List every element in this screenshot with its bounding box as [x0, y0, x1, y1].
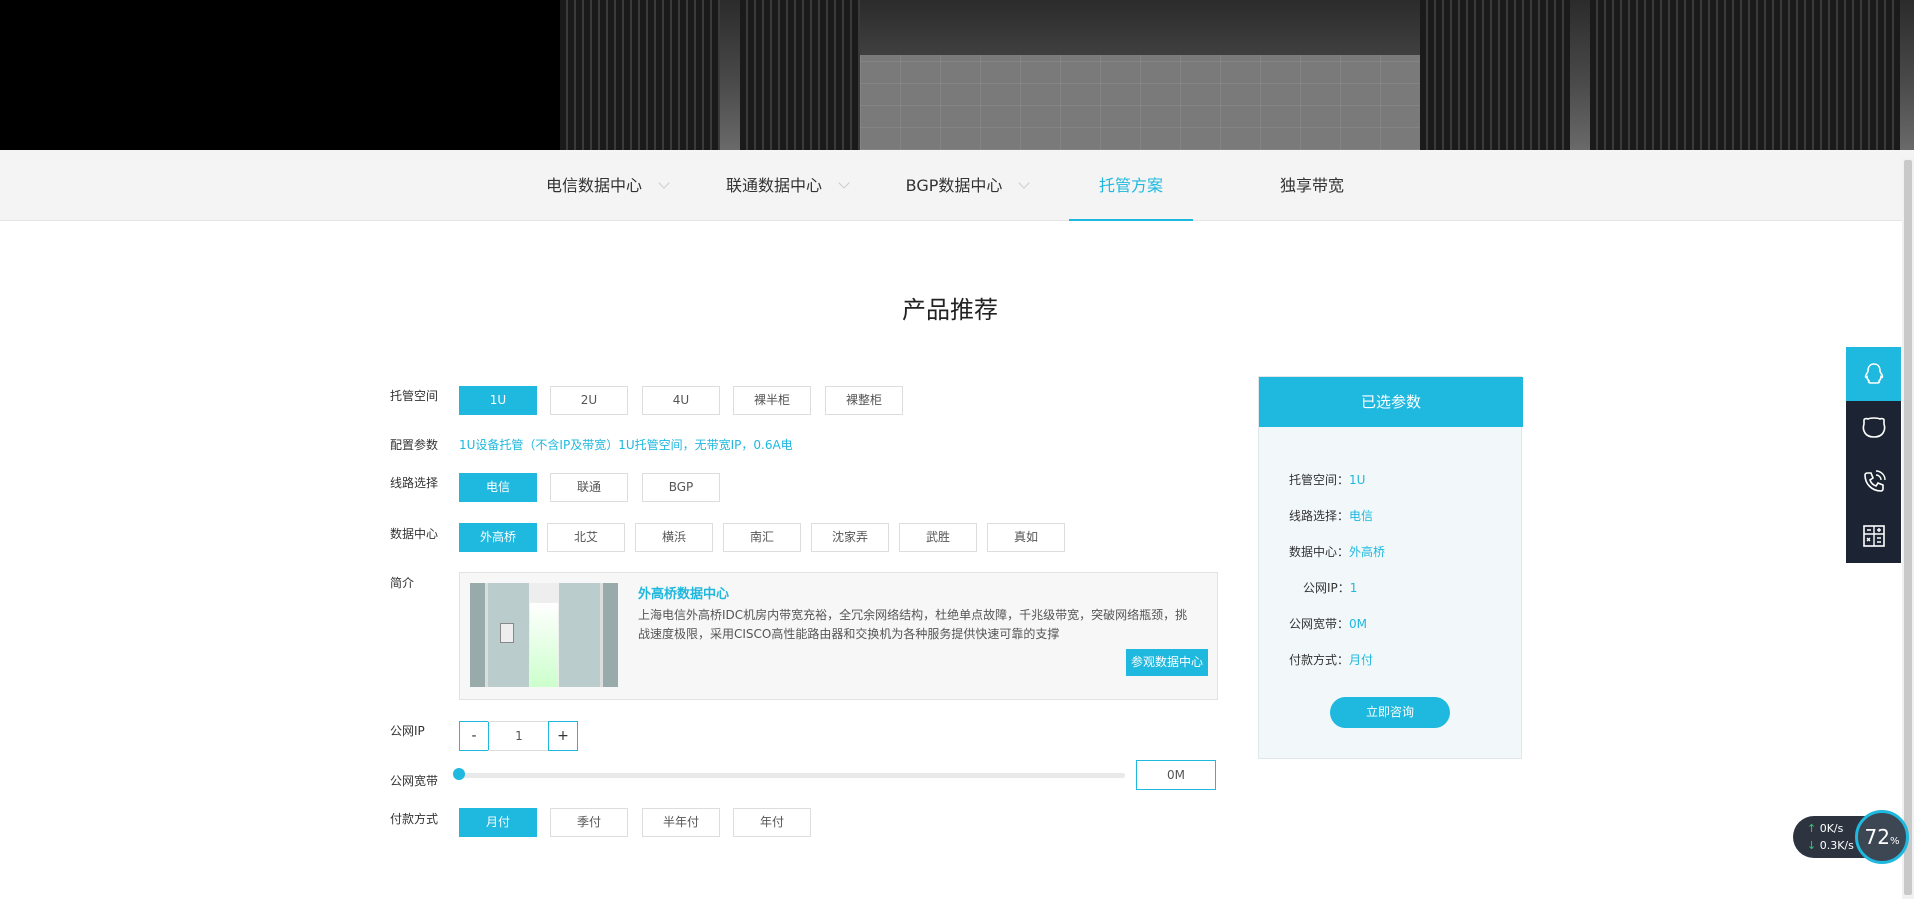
pay-option-monthly[interactable]: 月付 — [459, 808, 537, 837]
section-title: 产品推荐 — [902, 296, 998, 324]
dc-option-zhenru[interactable]: 真如 — [987, 523, 1065, 552]
space-label: 托管空间 — [390, 389, 439, 403]
download-speed: ↓ 0.3K/s — [1807, 839, 1854, 852]
ip-value-input[interactable]: 1 — [488, 721, 550, 751]
tab-bar: 电信数据中心 联通数据中心 BGP数据中心 托管方案 独享带宽 — [0, 150, 1914, 221]
bandwidth-value-input[interactable]: 0M — [1136, 760, 1216, 790]
ip-plus-button[interactable]: + — [548, 721, 578, 751]
line-option-telecom[interactable]: 电信 — [459, 473, 537, 502]
chevron-down-icon — [838, 177, 850, 189]
panel-title: 已选参数 — [1259, 377, 1523, 427]
tab-unicom[interactable]: 联通数据中心 — [722, 150, 852, 221]
pay-option-quarterly[interactable]: 季付 — [550, 808, 628, 837]
dc-label: 数据中心 — [390, 527, 439, 541]
scrollbar-thumb[interactable] — [1904, 160, 1912, 895]
arrow-up-icon: ↑ — [1807, 822, 1817, 835]
param-row: 公网宽带：0M — [1289, 617, 1368, 631]
arrow-down-icon: ↓ — [1807, 839, 1817, 852]
dc-option-wusheng[interactable]: 武胜 — [899, 523, 977, 552]
tab-label: 托管方案 — [1098, 176, 1163, 195]
intro-card: 外高桥数据中心 上海电信外高桥IDC机房内带宽充裕，全冗余网络结构，杜绝单点故障… — [459, 572, 1218, 700]
rack-shape — [1590, 0, 1900, 150]
bandwidth-slider-handle[interactable] — [453, 768, 465, 780]
param-row: 线路选择：电信 — [1289, 509, 1374, 523]
space-option-full-rack[interactable]: 裸整柜 — [825, 386, 903, 415]
consult-now-button[interactable]: 立即咨询 — [1330, 697, 1450, 728]
floating-contact-bar — [1846, 347, 1901, 563]
rack-shape — [740, 0, 860, 150]
ip-label: 公网IP — [390, 724, 425, 738]
qq-icon[interactable] — [1846, 347, 1901, 401]
wechat-icon[interactable] — [1846, 401, 1901, 455]
tab-telecom[interactable]: 电信数据中心 — [542, 150, 672, 221]
param-row: 付款方式：月付 — [1289, 653, 1374, 667]
tab-label: 电信数据中心 — [545, 176, 642, 195]
intro-title[interactable]: 外高桥数据中心 — [638, 583, 729, 602]
calculator-icon[interactable] — [1846, 509, 1901, 563]
chevron-down-icon — [1018, 177, 1031, 189]
bandwidth-label: 公网宽带 — [390, 774, 439, 788]
param-row: 数据中心：外高桥 — [1289, 545, 1386, 559]
tab-label: 联通数据中心 — [725, 176, 822, 195]
floor-grid — [860, 55, 1420, 150]
param-row: 托管空间：1U — [1289, 473, 1366, 487]
ip-minus-button[interactable]: - — [459, 721, 489, 751]
tab-label: BGP数据中心 — [905, 176, 1003, 195]
pay-label: 付款方式 — [390, 812, 439, 826]
hero-banner — [0, 0, 1914, 150]
space-option-4u[interactable]: 4U — [642, 386, 720, 415]
chevron-down-icon — [658, 177, 670, 189]
line-option-bgp[interactable]: BGP — [642, 473, 720, 502]
tab-hosting[interactable]: 托管方案 — [1069, 150, 1193, 221]
dc-option-nanhui[interactable]: 南汇 — [723, 523, 801, 552]
tab-bgp[interactable]: BGP数据中心 — [902, 150, 1032, 221]
dc-option-hengbang[interactable]: 横浜 — [635, 523, 713, 552]
rack-shape — [560, 0, 720, 150]
line-label: 线路选择 — [390, 476, 439, 490]
visit-datacenter-button[interactable]: 参观数据中心 — [1126, 649, 1208, 676]
config-label: 配置参数 — [390, 438, 439, 452]
intro-description: 上海电信外高桥IDC机房内带宽充裕，全冗余网络结构，杜绝单点故障，千兆级带宽，突… — [638, 608, 1188, 641]
phone-icon[interactable] — [1846, 455, 1901, 509]
rack-shape — [1420, 0, 1570, 150]
space-option-2u[interactable]: 2U — [550, 386, 628, 415]
line-option-unicom[interactable]: 联通 — [550, 473, 628, 502]
selected-params-panel: 已选参数 托管空间：1U 线路选择：电信 数据中心：外高桥 公网IP：1 公网宽… — [1258, 376, 1523, 759]
space-option-half-rack[interactable]: 裸半柜 — [733, 386, 811, 415]
memory-usage-circle[interactable]: 72% — [1855, 810, 1909, 864]
dc-option-waigaoqiao[interactable]: 外高桥 — [459, 523, 537, 552]
tab-label: 独享带宽 — [1279, 176, 1344, 195]
tab-bandwidth[interactable]: 独享带宽 — [1250, 150, 1374, 221]
bandwidth-slider-track[interactable] — [459, 773, 1125, 778]
intro-label: 简介 — [390, 576, 415, 590]
upload-speed: ↑ 0K/s — [1807, 822, 1844, 835]
dc-option-shenjianong[interactable]: 沈家弄 — [811, 523, 889, 552]
pay-option-yearly[interactable]: 年付 — [733, 808, 811, 837]
config-text: 1U设备托管（不含IP及带宽）1U托管空间，无带宽IP，0.6A电 — [459, 438, 793, 452]
datacenter-photo — [470, 583, 618, 687]
param-row: 公网IP：1 — [1303, 581, 1358, 595]
space-option-1u[interactable]: 1U — [459, 386, 537, 415]
dc-option-beiai[interactable]: 北艾 — [547, 523, 625, 552]
pay-option-half-year[interactable]: 半年付 — [642, 808, 720, 837]
